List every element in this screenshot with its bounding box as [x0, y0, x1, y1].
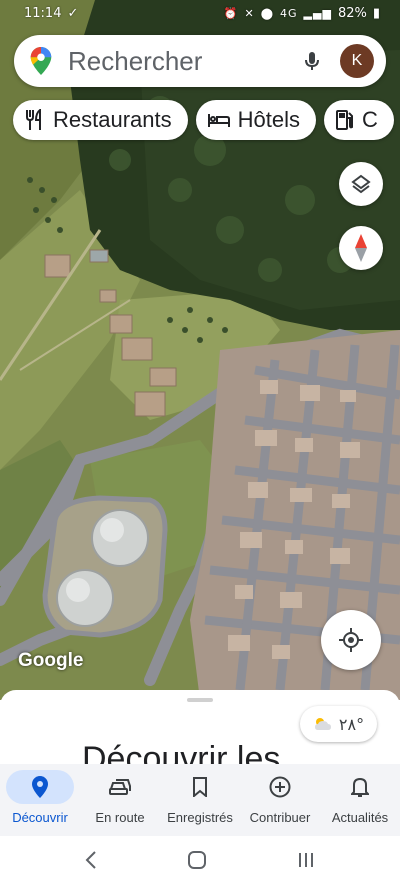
battery-icon: ▮: [372, 5, 380, 21]
network-type: 4G: [280, 6, 298, 20]
nav-discover[interactable]: Découvrir: [0, 764, 80, 836]
explore-sheet[interactable]: ٢٨° Découvrir les: [0, 690, 400, 770]
home-icon[interactable]: [187, 850, 207, 875]
fork-knife-icon: [26, 109, 41, 130]
map-layers-button[interactable]: [339, 162, 383, 206]
signal-icon: ▂▄▆: [303, 6, 332, 20]
nav-updates[interactable]: Actualités: [320, 764, 400, 836]
mute-icon: ✕: [244, 6, 255, 20]
google-maps-pin-icon: [30, 47, 52, 75]
nav-active-pill: [6, 770, 74, 804]
nav-saved[interactable]: Enregistrés: [160, 764, 240, 836]
compass-icon: [355, 234, 367, 262]
location-icon: ⬤: [260, 6, 275, 20]
crosshair-icon: [339, 628, 363, 652]
chip-hotels[interactable]: Hôtels: [195, 100, 316, 140]
add-circle-icon: [269, 776, 291, 798]
chip-label: C: [361, 107, 378, 132]
my-location-button[interactable]: [321, 610, 381, 670]
compass-button[interactable]: [339, 226, 383, 270]
chip-gas[interactable]: C: [323, 100, 394, 140]
status-time: 11:14: [24, 5, 62, 21]
nav-label: Actualités: [331, 810, 389, 825]
car-icon: [109, 779, 131, 795]
bell-icon: [351, 777, 369, 797]
alarm-icon: ⏰: [223, 6, 239, 20]
layers-icon: [351, 174, 371, 194]
back-icon[interactable]: [85, 850, 97, 874]
bottom-navigation: Découvrir En route Enregistrés Contribue…: [0, 764, 400, 836]
google-attribution: Google: [18, 650, 84, 671]
recents-icon[interactable]: [297, 851, 315, 874]
nav-label: En route: [95, 810, 145, 825]
battery-percentage: 82%: [337, 5, 367, 21]
nav-label: Contribuer: [249, 810, 311, 825]
microphone-icon[interactable]: [300, 49, 324, 73]
chip-label: Restaurants: [53, 107, 172, 132]
location-pin-icon: [32, 776, 48, 798]
download-check-icon: ✓: [67, 5, 79, 21]
gas-station-icon: [335, 110, 353, 130]
search-placeholder[interactable]: Rechercher: [68, 46, 300, 77]
system-navigation: [0, 836, 400, 888]
sheet-drag-handle[interactable]: [187, 698, 213, 702]
category-chips: Restaurants Hôtels C: [13, 100, 394, 140]
chip-label: Hôtels: [237, 107, 300, 132]
nav-label: Enregistrés: [167, 810, 233, 825]
nav-commute[interactable]: En route: [80, 764, 160, 836]
weather-temperature: ٢٨°: [338, 714, 365, 734]
bed-icon: [207, 114, 230, 127]
search-bar[interactable]: Rechercher K: [14, 35, 386, 87]
nav-contribute[interactable]: Contribuer: [240, 764, 320, 836]
account-avatar[interactable]: K: [340, 44, 374, 78]
weather-chip[interactable]: ٢٨°: [300, 706, 377, 742]
chip-restaurants[interactable]: Restaurants: [13, 100, 188, 140]
bookmark-icon: [193, 777, 207, 797]
partly-cloudy-icon: [314, 718, 331, 730]
nav-label: Découvrir: [12, 810, 68, 825]
status-bar: 11:14 ✓ ⏰ ✕ ⬤ 4G ▂▄▆ 82% ▮: [0, 0, 400, 26]
